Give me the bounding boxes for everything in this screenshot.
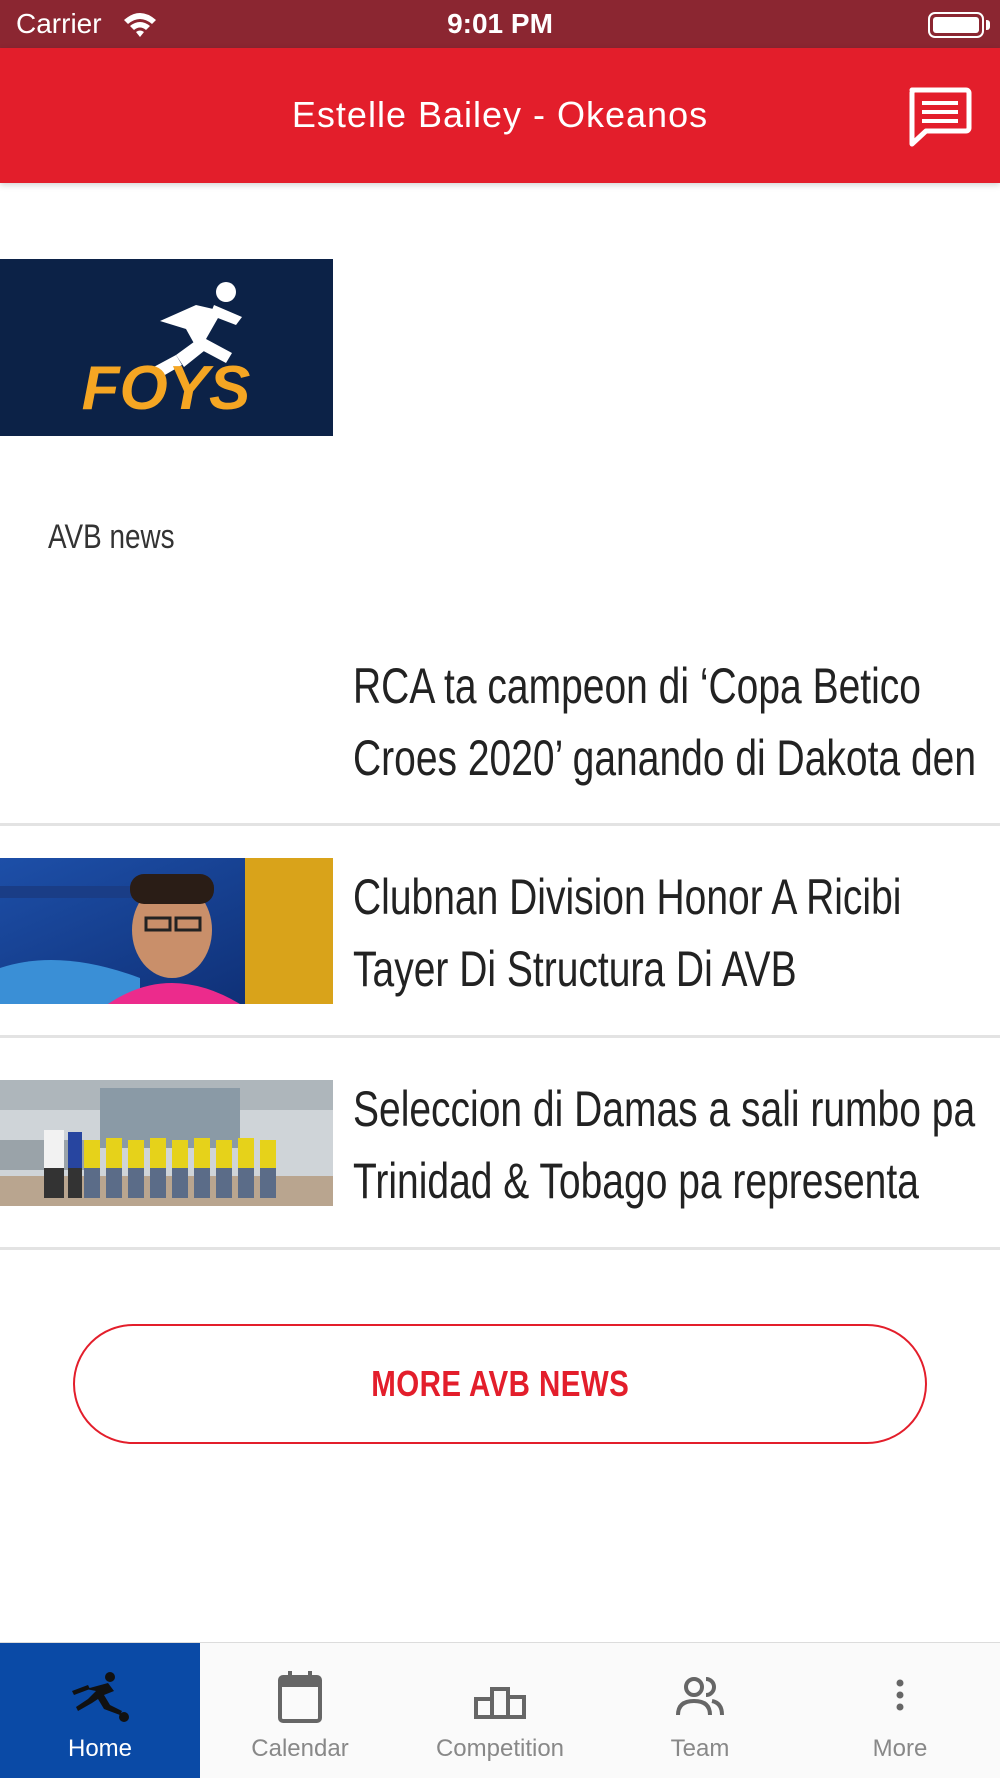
tab-bar: Home Calendar Competition Team More (0, 1642, 1000, 1778)
tab-competition[interactable]: Competition (400, 1643, 600, 1778)
news-item[interactable]: Clubnan Division Honor A Ricibi Tayer Di… (0, 826, 1000, 1038)
team-icon (676, 1677, 724, 1716)
news-headline-line: Tayer Di Structura Di AVB (353, 941, 797, 997)
news-headline-line: RCA ta campeon di ‘Copa Betico (353, 658, 921, 714)
battery-tip (986, 20, 990, 30)
news-thumbnail[interactable] (0, 858, 333, 1004)
page-title: Estelle Bailey - Okeanos (291, 94, 709, 135)
tab-calendar[interactable]: Calendar (200, 1643, 400, 1778)
more-news-button-label: MORE AVB NEWS (371, 1363, 629, 1404)
tab-team[interactable]: Team (600, 1643, 800, 1778)
tab-label: Calendar (251, 1735, 349, 1762)
sponsor-banner[interactable]: FOYS (0, 259, 333, 436)
tab-home[interactable]: Home (0, 1643, 200, 1778)
podium-icon (474, 1687, 526, 1719)
news-item[interactable]: Seleccion di Damas a sali rumbo pa Trini… (0, 1038, 1000, 1250)
news-thumbnail-image (0, 858, 333, 1004)
news-section-title: AVB news (48, 518, 175, 556)
app-header: Estelle Bailey - Okeanos (0, 48, 1000, 183)
chat-icon[interactable] (906, 86, 972, 148)
news-headline-line: Croes 2020’ ganando di Dakota den (353, 730, 977, 786)
soccer-player-icon (72, 1672, 129, 1722)
status-bar: Carrier 9:01 PM (0, 0, 1000, 48)
more-news-button[interactable]: MORE AVB NEWS (73, 1324, 927, 1444)
news-headline[interactable]: RCA ta campeon di ‘Copa Betico Croes 202… (353, 650, 977, 794)
more-vertical-icon (896, 1679, 904, 1711)
news-item[interactable]: RCA ta campeon di ‘Copa Betico Croes 202… (0, 640, 1000, 826)
tab-label: Home (67, 1735, 133, 1762)
news-thumbnail[interactable] (0, 1080, 333, 1206)
battery-icon (928, 12, 984, 38)
clock: 9:01 PM (447, 8, 553, 39)
foys-logo-text: FOYS (82, 354, 251, 423)
tab-more[interactable]: More (800, 1643, 1000, 1778)
foys-logo: FOYS (0, 259, 333, 436)
tab-label: Competition (435, 1735, 565, 1762)
tab-label: Team (670, 1735, 730, 1762)
tab-label: More (872, 1735, 928, 1762)
news-headline[interactable]: Seleccion di Damas a sali rumbo pa Trini… (353, 1073, 976, 1217)
news-headline-line: Seleccion di Damas a sali rumbo pa (353, 1081, 976, 1137)
calendar-icon (278, 1671, 322, 1723)
news-headline-line: Clubnan Division Honor A Ricibi (353, 869, 902, 925)
news-thumbnail-image (0, 1080, 333, 1206)
news-headline[interactable]: Clubnan Division Honor A Ricibi Tayer Di… (353, 861, 946, 1005)
news-headline-line: Trinidad & Tobago pa representa (353, 1153, 919, 1209)
